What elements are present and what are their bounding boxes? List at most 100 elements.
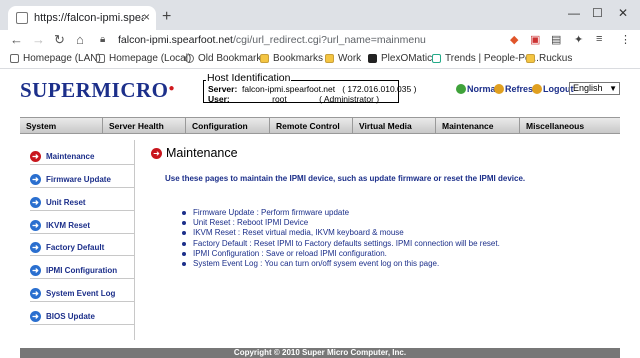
menu-separator bbox=[102, 118, 103, 133]
folder-icon bbox=[325, 54, 334, 63]
bookmark-homepage-lan[interactable]: Homepage (LAN) bbox=[10, 53, 101, 64]
bookmark-label: Homepage (Local) bbox=[109, 53, 192, 64]
back-icon[interactable]: ← bbox=[10, 32, 23, 47]
minimize-icon[interactable]: — bbox=[568, 6, 580, 20]
nav-maintenance[interactable]: ➜ Maintenance bbox=[30, 148, 134, 165]
menu-icon[interactable]: ⋮ bbox=[620, 33, 631, 46]
trends-icon bbox=[432, 54, 441, 63]
nav-factory-default[interactable]: ➜ Factory Default bbox=[30, 239, 134, 256]
arrow-right-icon: ➜ bbox=[30, 173, 41, 185]
host-identification-title: Host Identification bbox=[206, 72, 292, 84]
bookmark-old-bookmarks[interactable]: Old Bookmarks bbox=[185, 53, 266, 64]
nav-firmware-update[interactable]: ➜ Firmware Update bbox=[30, 171, 134, 188]
supermicro-logo: SUPERMICRO● bbox=[20, 78, 175, 103]
forward-icon[interactable]: → bbox=[32, 32, 45, 47]
copyright-footer: Copyright © 2010 Super Micro Computer, I… bbox=[20, 348, 620, 358]
close-tab-icon[interactable]: × bbox=[143, 10, 150, 24]
host-identification-box: Host Identification Server: falcon-ipmi.… bbox=[203, 72, 416, 104]
url-field[interactable]: falcon-ipmi.spearfoot.net/cgi/url_redire… bbox=[118, 34, 426, 46]
folder-icon bbox=[526, 54, 535, 63]
globe-icon bbox=[185, 54, 194, 63]
logo-text: SUPERMICRO bbox=[20, 78, 169, 102]
menu-separator bbox=[519, 118, 520, 133]
bookmark-label: Trends | People-Po... bbox=[445, 53, 539, 64]
logout-link[interactable]: Logout bbox=[532, 84, 574, 94]
bookmark-plexomatic[interactable]: PlexOMatic bbox=[368, 53, 432, 64]
arrow-right-icon: ➜ bbox=[30, 264, 41, 276]
nav-label: Firmware Update bbox=[46, 174, 111, 184]
server-row: Server: falcon-ipmi.spearfoot.net ( 172.… bbox=[208, 84, 416, 94]
menu-server-health[interactable]: Server Health bbox=[109, 121, 164, 131]
nav-label: Factory Default bbox=[46, 242, 105, 252]
home-icon[interactable]: ⌂ bbox=[76, 32, 84, 47]
user-name: root bbox=[272, 94, 287, 104]
tab-title: https://falcon-ipmi.spearfoot.net bbox=[34, 12, 144, 24]
bookmark-ruckus[interactable]: Ruckus bbox=[526, 53, 572, 64]
bookmark-label: Ruckus bbox=[539, 53, 573, 64]
list-item: Firmware Update : Perform firmware updat… bbox=[182, 208, 500, 218]
bookmark-bookmarks[interactable]: Bookmarks bbox=[260, 53, 323, 64]
list-icon[interactable]: ≡ bbox=[596, 33, 602, 45]
arrow-right-icon: ➜ bbox=[30, 241, 41, 253]
content-divider bbox=[134, 140, 135, 340]
reload-icon[interactable]: ↻ bbox=[54, 32, 65, 48]
server-name: falcon-ipmi.spearfoot.net bbox=[242, 84, 336, 94]
maximize-icon[interactable]: ☐ bbox=[592, 6, 603, 20]
user-role: ( Administrator ) bbox=[319, 94, 380, 104]
logo-dot: ● bbox=[168, 83, 176, 94]
nav-ikvm-reset[interactable]: ➜ IKVM Reset bbox=[30, 217, 134, 234]
bookmark-homepage-local[interactable]: Homepage (Local) bbox=[96, 53, 191, 64]
language-select[interactable]: English ▼ bbox=[569, 82, 620, 95]
maintenance-list: Firmware Update : Perform firmware updat… bbox=[182, 208, 500, 269]
list-item: Unit Reset : Reboot IPMI Device bbox=[182, 218, 500, 228]
url-path: /cgi/url_redirect.cgi?url_name=mainmenu bbox=[232, 34, 426, 46]
close-window-icon[interactable]: ✕ bbox=[618, 6, 628, 20]
list-item: Factory Default : Reset IPMI to Factory … bbox=[182, 239, 500, 249]
bookmark-label: PlexOMatic bbox=[381, 53, 433, 64]
menu-maintenance[interactable]: Maintenance bbox=[442, 121, 494, 131]
brave-shield-icon[interactable]: ◆ bbox=[510, 33, 518, 46]
folder-icon bbox=[260, 54, 269, 63]
nav-label: Maintenance bbox=[46, 151, 95, 161]
nav-label: Unit Reset bbox=[46, 197, 86, 207]
home-icon bbox=[96, 54, 105, 63]
bookmark-trends[interactable]: Trends | People-Po... bbox=[432, 53, 539, 64]
menu-remote-control[interactable]: Remote Control bbox=[276, 121, 340, 131]
nav-system-event-log[interactable]: ➜ System Event Log bbox=[30, 285, 134, 302]
status-normal: Normal bbox=[456, 84, 498, 94]
status-ok-icon bbox=[456, 84, 466, 94]
menu-separator bbox=[352, 118, 353, 133]
menu-miscellaneous[interactable]: Miscellaneous bbox=[526, 121, 584, 131]
extension-icon[interactable]: ▤ bbox=[551, 33, 561, 46]
arrow-right-icon: ➜ bbox=[30, 310, 41, 322]
arrow-right-icon: ➜ bbox=[30, 287, 41, 299]
new-tab-button[interactable]: + bbox=[162, 8, 171, 26]
puzzle-icon[interactable]: ✦ bbox=[574, 33, 583, 46]
menu-system[interactable]: System bbox=[26, 121, 56, 131]
logout-icon bbox=[532, 84, 542, 94]
user-row: User: root ( Administrator ) bbox=[208, 94, 379, 104]
browser-tab-bar: https://falcon-ipmi.spearfoot.net × + — … bbox=[0, 0, 640, 30]
arrow-right-icon: ➜ bbox=[30, 196, 41, 208]
menu-configuration[interactable]: Configuration bbox=[192, 121, 248, 131]
language-value: English bbox=[573, 83, 603, 93]
bookmarks-bar: Homepage (LAN) Homepage (Local) Old Book… bbox=[0, 50, 640, 69]
bookmark-label: Bookmarks bbox=[273, 53, 324, 64]
url-domain: falcon-ipmi.spearfoot.net bbox=[118, 34, 233, 46]
chevron-down-icon: ▼ bbox=[609, 84, 617, 93]
home-icon bbox=[10, 54, 19, 63]
bookmark-label: Homepage (LAN) bbox=[23, 53, 101, 64]
bookmark-work[interactable]: Work bbox=[325, 53, 361, 64]
list-item: IPMI Configuration : Save or reload IPMI… bbox=[182, 249, 500, 259]
user-label: User: bbox=[208, 94, 230, 104]
bookmark-label: Work bbox=[338, 53, 362, 64]
nav-bios-update[interactable]: ➜ BIOS Update bbox=[30, 308, 134, 325]
calendar-extension-icon[interactable]: ▣ bbox=[530, 33, 540, 46]
arrow-right-icon: ➜ bbox=[30, 150, 41, 162]
nav-ipmi-configuration[interactable]: ➜ IPMI Configuration bbox=[30, 262, 134, 279]
browser-tab[interactable]: https://falcon-ipmi.spearfoot.net × bbox=[8, 6, 156, 30]
nav-label: BIOS Update bbox=[46, 311, 95, 321]
lock-icon[interactable]: 🔒︎ bbox=[100, 34, 105, 45]
menu-virtual-media[interactable]: Virtual Media bbox=[359, 121, 412, 131]
nav-unit-reset[interactable]: ➜ Unit Reset bbox=[30, 194, 134, 211]
